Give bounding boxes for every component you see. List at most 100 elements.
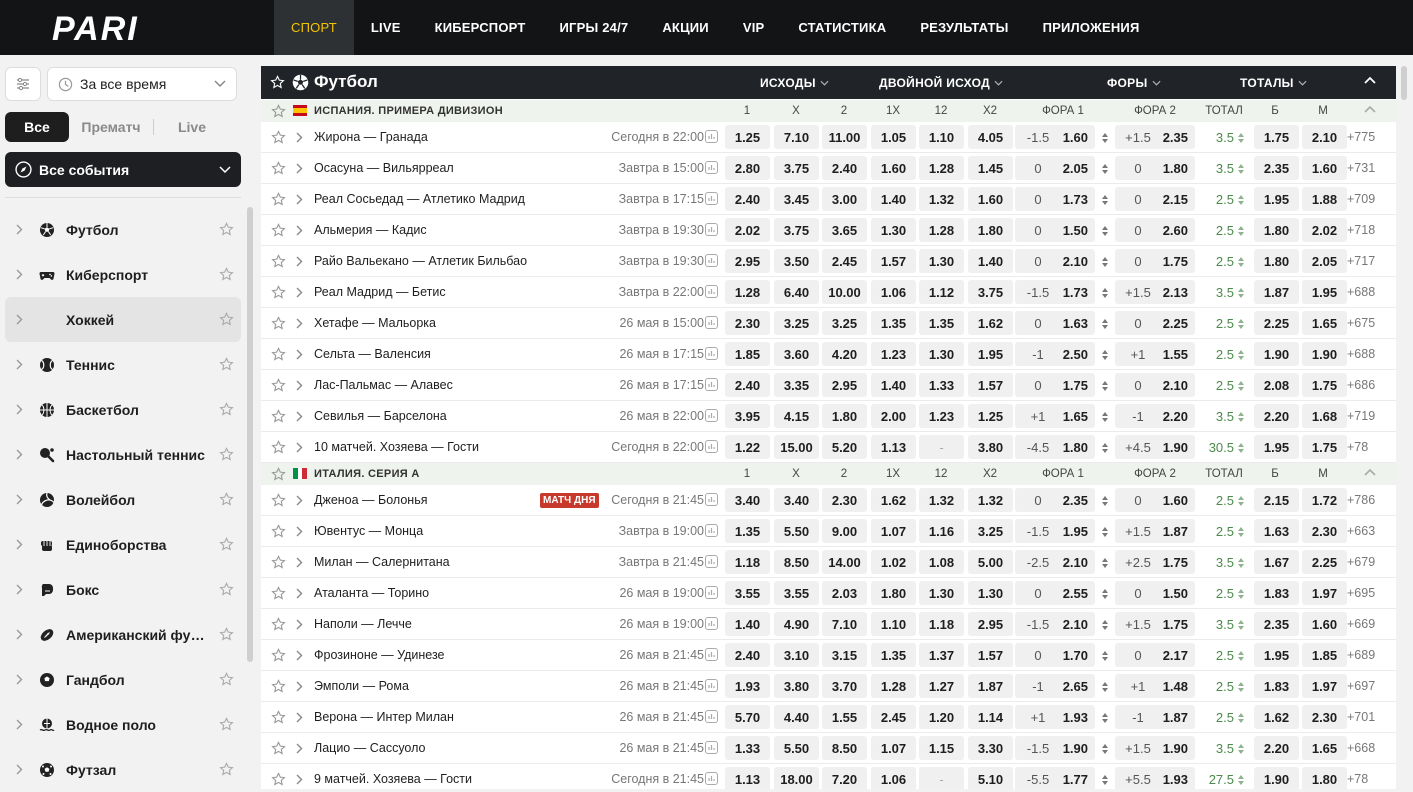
chevron-right-icon[interactable] [296, 256, 303, 270]
odds-cell[interactable]: 1.13 [725, 767, 770, 789]
odds-cell[interactable]: 5.10 [968, 767, 1013, 789]
handicap2-cell[interactable]: 0 2.25 [1115, 311, 1195, 335]
up-down-icon[interactable] [1101, 774, 1109, 789]
chevron-right-icon[interactable] [296, 495, 303, 509]
odds-cell[interactable]: 1.18 [919, 612, 964, 636]
sidebar-item-sport[interactable]: Киберспорт [5, 252, 241, 297]
all-events-dropdown[interactable]: Все события [5, 152, 241, 187]
up-down-icon[interactable] [1101, 380, 1109, 395]
odds-cell[interactable]: 1.20 [919, 705, 964, 729]
star-icon[interactable] [211, 267, 241, 282]
total-line[interactable]: 30.5 [1196, 440, 1234, 455]
chevron-right-icon[interactable] [296, 442, 303, 456]
star-icon[interactable] [271, 316, 286, 334]
stats-icon[interactable] [705, 772, 718, 788]
odds-cell[interactable]: 11.00 [822, 125, 867, 149]
up-down-icon[interactable] [1101, 681, 1109, 696]
match-teams[interactable]: Жирона — Гранада [314, 130, 428, 144]
odds-cell[interactable]: 3.80 [968, 435, 1013, 459]
match-teams[interactable]: Лас-Пальмас — Алавес [314, 378, 453, 392]
odds-cell[interactable]: 2.45 [871, 705, 916, 729]
match-teams[interactable]: Райо Вальекано — Атлетик Бильбао [314, 254, 527, 268]
handicap2-cell[interactable]: +2.5 1.75 [1115, 550, 1195, 574]
odds-cell[interactable]: 8.50 [822, 736, 867, 760]
over-odds-cell[interactable]: 1.90 [1254, 767, 1299, 789]
star-icon[interactable] [211, 357, 241, 372]
handicap1-cell[interactable]: -1 2.65 [1015, 674, 1095, 698]
over-odds-cell[interactable]: 2.25 [1254, 311, 1299, 335]
over-odds-cell[interactable]: 2.20 [1254, 736, 1299, 760]
chevron-right-icon[interactable] [296, 194, 303, 208]
chevron-up-icon[interactable] [1364, 468, 1376, 476]
nav-item[interactable]: КИБЕРСПОРТ [418, 0, 543, 55]
odds-cell[interactable]: 2.40 [822, 156, 867, 180]
sidebar-item-sport[interactable]: Баскетбол [5, 387, 241, 432]
group-totals[interactable]: ТОТАЛЫ [1240, 66, 1307, 99]
handicap2-cell[interactable]: 0 2.15 [1115, 187, 1195, 211]
odds-cell[interactable]: 1.23 [919, 404, 964, 428]
sidebar-item-sport[interactable]: Волейбол [5, 477, 241, 522]
star-icon[interactable] [271, 378, 286, 396]
star-icon[interactable] [271, 409, 286, 427]
up-down-icon[interactable] [1237, 712, 1245, 727]
chevron-right-icon[interactable] [296, 225, 303, 239]
star-icon[interactable] [211, 222, 241, 237]
odds-cell[interactable]: 2.03 [822, 581, 867, 605]
more-markets-link[interactable]: +688 [1347, 285, 1375, 299]
star-icon[interactable] [211, 762, 241, 777]
stats-icon[interactable] [705, 440, 718, 456]
sidebar-item-sport[interactable]: Теннис [5, 342, 241, 387]
stats-icon[interactable] [705, 316, 718, 332]
odds-cell[interactable]: 3.70 [822, 674, 867, 698]
odds-cell[interactable]: 3.60 [774, 342, 819, 366]
handicap2-cell[interactable]: +5.5 1.93 [1115, 767, 1195, 789]
star-icon[interactable] [270, 75, 285, 90]
odds-cell[interactable]: 1.32 [968, 488, 1013, 512]
odds-cell[interactable]: 1.14 [968, 705, 1013, 729]
under-odds-cell[interactable]: 1.75 [1302, 373, 1347, 397]
star-icon[interactable] [271, 161, 286, 179]
stats-icon[interactable] [705, 347, 718, 363]
over-odds-cell[interactable]: 1.95 [1254, 435, 1299, 459]
odds-cell[interactable]: 1.57 [871, 249, 916, 273]
sidebar-item-sport[interactable]: Футбол [5, 207, 241, 252]
over-odds-cell[interactable]: 2.20 [1254, 404, 1299, 428]
odds-cell[interactable]: 1.33 [919, 373, 964, 397]
more-markets-link[interactable]: +695 [1347, 586, 1375, 600]
up-down-icon[interactable] [1237, 526, 1245, 541]
stats-icon[interactable] [705, 223, 718, 239]
up-down-icon[interactable] [1101, 557, 1109, 572]
chevron-right-icon[interactable] [5, 629, 33, 640]
odds-cell[interactable]: 1.06 [871, 767, 916, 789]
odds-cell[interactable]: 1.06 [871, 280, 916, 304]
under-odds-cell[interactable]: 2.10 [1302, 125, 1347, 149]
up-down-icon[interactable] [1237, 318, 1245, 333]
chevron-right-icon[interactable] [296, 163, 303, 177]
under-odds-cell[interactable]: 1.68 [1302, 404, 1347, 428]
up-down-icon[interactable] [1101, 194, 1109, 209]
odds-cell[interactable]: 3.65 [822, 218, 867, 242]
star-icon[interactable] [211, 582, 241, 597]
handicap1-cell[interactable]: 0 2.10 [1015, 249, 1095, 273]
total-line[interactable]: 3.5 [1196, 130, 1234, 145]
odds-cell[interactable]: 1.45 [968, 156, 1013, 180]
over-odds-cell[interactable]: 2.35 [1254, 612, 1299, 636]
over-odds-cell[interactable]: 1.75 [1254, 125, 1299, 149]
sidebar-item-sport[interactable]: Водное поло [5, 702, 241, 747]
star-icon[interactable] [211, 402, 241, 417]
stats-icon[interactable] [705, 409, 718, 425]
up-down-icon[interactable] [1101, 619, 1109, 634]
handicap2-cell[interactable]: 0 1.60 [1115, 488, 1195, 512]
odds-cell[interactable]: - [919, 767, 964, 789]
up-down-icon[interactable] [1237, 132, 1245, 147]
stats-icon[interactable] [705, 130, 718, 146]
star-icon[interactable] [271, 254, 286, 272]
match-teams[interactable]: Верона — Интер Милан [314, 710, 454, 724]
group-handicaps[interactable]: ФОРЫ [1107, 66, 1161, 99]
odds-cell[interactable]: 4.40 [774, 705, 819, 729]
odds-cell[interactable]: 1.35 [725, 519, 770, 543]
more-markets-link[interactable]: +697 [1347, 679, 1375, 693]
mode-live[interactable]: Live [154, 112, 230, 142]
sidebar-scrollbar[interactable] [247, 207, 253, 662]
odds-cell[interactable]: 1.07 [871, 519, 916, 543]
